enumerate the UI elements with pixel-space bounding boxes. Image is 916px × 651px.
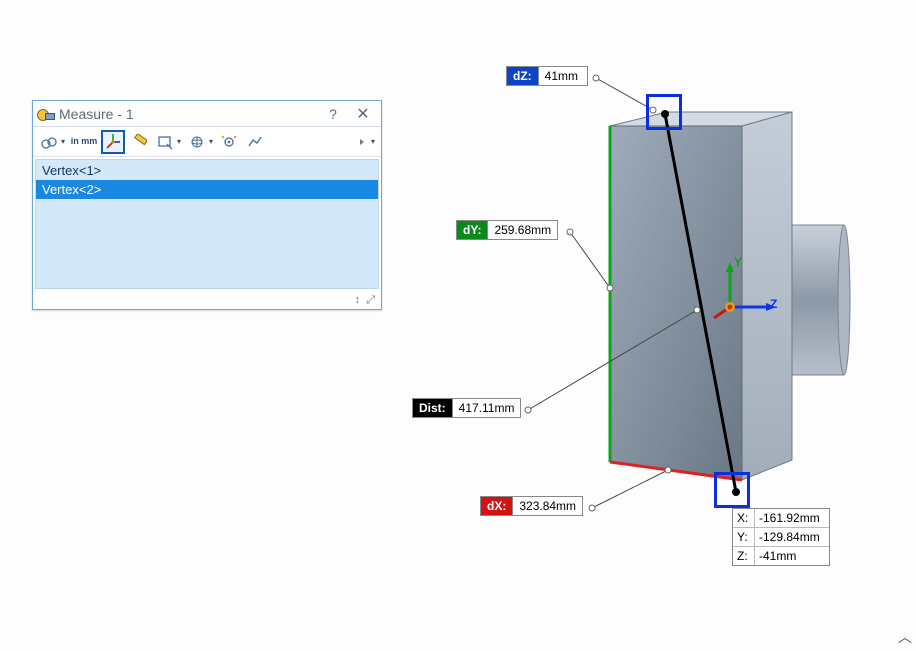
leader-dot: [567, 229, 574, 236]
leader-dot: [607, 285, 614, 292]
dy-label: dY:: [457, 221, 488, 239]
dx-label: dX:: [481, 497, 513, 515]
dialog-toolbar: ▾ in mm ▾ ▾ ▾: [33, 127, 381, 157]
sensor-button[interactable]: [217, 130, 241, 154]
pin-button[interactable]: [347, 130, 371, 154]
dx-value: 323.84mm: [513, 497, 582, 515]
dialog-status-bar: ↕ ⤢: [33, 291, 381, 309]
expand-icon[interactable]: ⤢: [366, 294, 375, 307]
leader-dot: [525, 407, 532, 414]
list-item[interactable]: Vertex<1>: [36, 161, 378, 180]
resize-icon[interactable]: ↕: [355, 294, 361, 306]
graphics-viewport[interactable]: Y Z dZ: 41mm dY: 259.68mm Dist: 417.11mm…: [400, 0, 916, 640]
globe-icon: [189, 134, 205, 150]
dropdown-icon[interactable]: ▾: [209, 137, 213, 146]
ruler-button[interactable]: [127, 130, 151, 154]
measure-dialog: Measure - 1 ? ✕ ▾ in mm ▾ ▾: [32, 100, 382, 310]
graph-icon: [247, 134, 263, 150]
vertex2-marker[interactable]: [714, 472, 750, 508]
triad-z-label: Z: [770, 297, 777, 311]
coord-x-label: X:: [733, 509, 755, 527]
dx-callout[interactable]: dX: 323.84mm: [480, 496, 583, 516]
leader-dot: [694, 307, 701, 314]
arc-mode-button[interactable]: [37, 130, 61, 154]
dz-value: 41mm: [539, 67, 587, 85]
dz-label: dZ:: [507, 67, 539, 85]
coord-z-value: -41mm: [755, 547, 829, 565]
triad-y-label: Y: [734, 255, 742, 269]
list-item[interactable]: Vertex<2>: [36, 180, 378, 199]
close-button[interactable]: ✕: [351, 104, 375, 124]
projection-button[interactable]: [185, 130, 209, 154]
dropdown-icon[interactable]: ▾: [177, 137, 181, 146]
measure-icon: [37, 107, 53, 121]
dropdown-icon[interactable]: ▾: [61, 137, 65, 146]
coord-y-value: -129.84mm: [755, 528, 829, 546]
leader-dot: [589, 505, 596, 512]
dialog-title: Measure - 1: [59, 106, 134, 122]
pin-icon: [352, 135, 366, 149]
dy-value: 259.68mm: [488, 221, 557, 239]
coord-x-value: -161.92mm: [755, 509, 829, 527]
coord-z-label: Z:: [733, 547, 755, 565]
select-filter-button[interactable]: [153, 130, 177, 154]
vertex1-marker[interactable]: [646, 94, 682, 130]
coord-y-label: Y:: [733, 528, 755, 546]
leader-dot: [593, 75, 600, 82]
arc-icon: [41, 134, 57, 150]
leader-dot: [665, 467, 672, 474]
coordinate-readout[interactable]: X: -161.92mm Y: -129.84mm Z: -41mm: [732, 508, 830, 566]
help-button[interactable]: ?: [321, 106, 345, 122]
sensor-icon: [221, 134, 237, 150]
selection-list[interactable]: Vertex<1> Vertex<2>: [35, 159, 379, 289]
dialog-titlebar[interactable]: Measure - 1 ? ✕: [33, 101, 381, 127]
dist-value: 417.11mm: [453, 399, 521, 417]
dropdown-icon[interactable]: ▾: [371, 137, 375, 146]
dist-label: Dist:: [413, 399, 453, 417]
units-button[interactable]: in mm: [69, 130, 99, 154]
collapse-icon[interactable]: ︿: [898, 627, 912, 647]
history-button[interactable]: [243, 130, 267, 154]
xyz-icon: [104, 133, 122, 151]
select-icon: [157, 134, 173, 150]
dy-callout[interactable]: dY: 259.68mm: [456, 220, 558, 240]
ruler-icon: [131, 134, 147, 150]
dz-callout[interactable]: dZ: 41mm: [506, 66, 588, 86]
xyz-button[interactable]: [101, 130, 125, 154]
dist-callout[interactable]: Dist: 417.11mm: [412, 398, 521, 418]
